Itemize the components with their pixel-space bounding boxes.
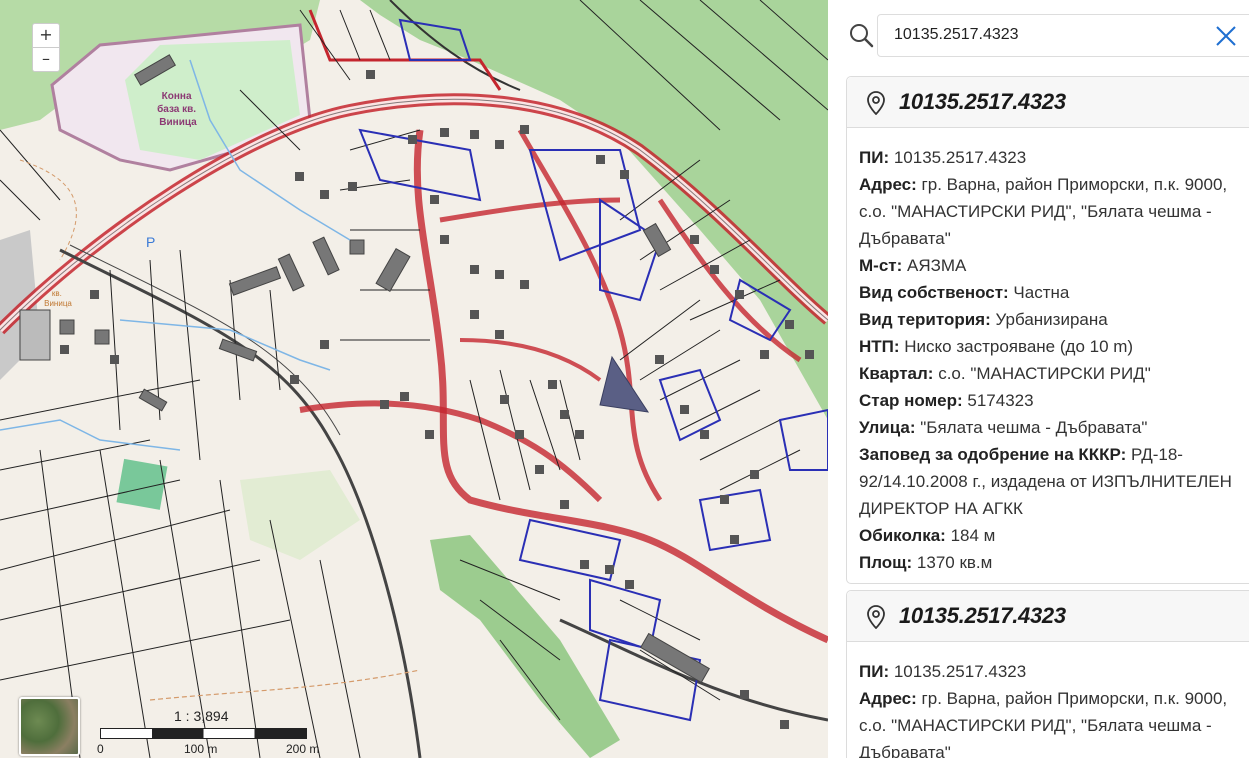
- parcel-attribute-value: с.о. "МАНАСТИРСКИ РИД": [933, 364, 1151, 383]
- parcel-attribute-label: НТП:: [859, 337, 900, 356]
- parcel-attribute-row: Улица: "Бялата чешма - Дъбравата": [859, 414, 1249, 441]
- parcel-card-header[interactable]: 10135.2517.4323: [847, 591, 1249, 642]
- parcel-attribute-label: Адрес:: [859, 689, 917, 708]
- parcel-attribute-row: Площ: 1370 кв.м: [859, 549, 1249, 576]
- parcel-attribute-value: Частна: [1008, 283, 1070, 302]
- map-label-parking: P: [146, 234, 155, 250]
- parcel-attribute-row: Вид собственост: Частна: [859, 279, 1249, 306]
- scale-tick-100: 100 m: [184, 742, 218, 756]
- basemap-switcher-thumbnail[interactable]: [19, 697, 80, 756]
- parcel-card-title: 10135.2517.4323: [899, 89, 1066, 114]
- parcel-attribute-label: Квартал:: [859, 364, 934, 383]
- search-field[interactable]: [877, 14, 1249, 57]
- location-pin-icon: [867, 91, 885, 115]
- parcel-attribute-label: М-ст:: [859, 256, 903, 275]
- parcel-card: 10135.2517.4323 ПИ: 10135.2517.4323 Адрес:…: [846, 590, 1249, 758]
- parcel-attribute-row: Адрес: гр. Варна, район Приморски, п.к. …: [859, 171, 1249, 252]
- selected-parcel: [599, 355, 650, 413]
- scale-ratio: 1 : 3,894: [174, 708, 229, 724]
- zoom-control: + –: [32, 23, 60, 72]
- info-panel: 10135.2517.4323ПИ: 10135.2517.4323Адрес:…: [828, 0, 1249, 758]
- zoom-out-button[interactable]: –: [33, 47, 59, 71]
- scale-bar-graphic: [100, 728, 307, 739]
- close-icon[interactable]: [1215, 25, 1237, 47]
- location-pin-icon: [867, 605, 885, 629]
- search-bar: [828, 0, 1249, 72]
- parcel-attribute-label: Обиколка:: [859, 526, 946, 545]
- parcel-attribute-row: Обиколка: 184 м: [859, 522, 1249, 549]
- parcel-attribute-row: Вид територия: Урбанизирана: [859, 306, 1249, 333]
- parcel-attribute-value: 184 м: [945, 526, 996, 545]
- parcel-card: 10135.2517.4323 ПИ: 10135.2517.4323 Адрес:…: [846, 76, 1249, 584]
- parcel-attribute-value: 10135.2517.4323: [889, 662, 1027, 681]
- parcel-card-header[interactable]: 10135.2517.4323: [847, 77, 1249, 128]
- parcel-attribute-label: Площ:: [859, 553, 913, 572]
- parcel-attribute-row: НТП: Ниско застрояване (до 10 m): [859, 333, 1249, 360]
- parcel-attribute-label: ПИ:: [859, 148, 890, 167]
- map-label-stable: Конна база кв. Виница: [157, 91, 199, 128]
- parcel-attribute-row: М-ст: АЯЗМА: [859, 252, 1249, 279]
- scale-bar: 1 : 3,894 0 100 m 200 m: [94, 708, 334, 758]
- parcel-card-body: ПИ: 10135.2517.4323 Адрес: гр. Варна, рай…: [847, 642, 1249, 758]
- map-canvas[interactable]: Конна база кв. Виница P кв. Виница + – 1…: [0, 0, 828, 758]
- parcel-card-body: ПИ: 10135.2517.4323 Адрес: гр. Варна, рай…: [847, 128, 1249, 576]
- parcel-attribute-label: Стар номер:: [859, 391, 963, 410]
- scale-tick-200: 200 m: [286, 742, 320, 756]
- search-input[interactable]: [892, 25, 1216, 45]
- parcel-attribute-label: Улица:: [859, 418, 916, 437]
- parcel-attribute-row: ПИ: 10135.2517.4323: [859, 658, 1249, 685]
- parcel-attribute-label: Заповед за одобрение на КККР:: [859, 445, 1127, 464]
- parcel-attribute-value: 1370 кв.м: [912, 553, 993, 572]
- parcel-attribute-label: ПИ:: [859, 662, 890, 681]
- search-icon[interactable]: [848, 22, 874, 48]
- parcel-attribute-row: ПИ: 10135.2517.4323: [859, 144, 1249, 171]
- parcel-attribute-label: Адрес:: [859, 175, 917, 194]
- parcel-attribute-row: Адрес: гр. Варна, район Приморски, п.к. …: [859, 685, 1249, 758]
- zoom-in-button[interactable]: +: [33, 24, 59, 47]
- parcel-attribute-row: Заповед за одобрение на КККР: РД-18-92/1…: [859, 441, 1249, 522]
- cadastral-map[interactable]: Конна база кв. Виница P кв. Виница: [0, 0, 828, 758]
- parcel-attribute-value: АЯЗМА: [902, 256, 967, 275]
- parcel-attribute-value: 10135.2517.4323: [889, 148, 1027, 167]
- parcel-attribute-value: Урбанизирана: [990, 310, 1108, 329]
- parcel-attribute-value: "Бялата чешма - Дъбравата": [915, 418, 1148, 437]
- parcel-attribute-value: 5174323: [962, 391, 1034, 410]
- parcel-attribute-label: Вид територия:: [859, 310, 991, 329]
- scale-tick-0: 0: [97, 742, 104, 756]
- parcel-attribute-value: Ниско застрояване (до 10 m): [899, 337, 1134, 356]
- parcel-card-title: 10135.2517.4323: [899, 603, 1066, 628]
- parcel-attribute-row: Квартал: с.о. "МАНАСТИРСКИ РИД": [859, 360, 1249, 387]
- parcel-attribute-row: Стар номер: 5174323: [859, 387, 1249, 414]
- forest-area: [360, 0, 828, 420]
- parcel-attribute-label: Вид собственост:: [859, 283, 1009, 302]
